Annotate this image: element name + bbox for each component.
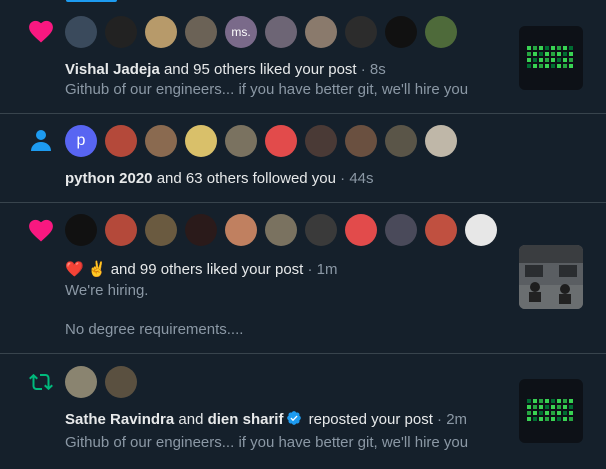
notification-headline: Vishal Jadeja and 95 others liked your p… bbox=[65, 60, 386, 80]
avatar[interactable] bbox=[65, 214, 97, 246]
avatar-row: p bbox=[65, 125, 457, 157]
avatar[interactable] bbox=[345, 214, 377, 246]
post-preview-text: Github of our engineers... if you have b… bbox=[65, 81, 469, 98]
avatar[interactable] bbox=[265, 125, 297, 157]
post-thumbnail[interactable] bbox=[519, 26, 583, 90]
avatar[interactable] bbox=[305, 16, 337, 48]
notification-like-2[interactable]: ❤️ ✌️ and 99 others liked your post · 1m… bbox=[0, 203, 606, 354]
post-thumbnail[interactable] bbox=[519, 245, 583, 309]
avatar[interactable] bbox=[305, 125, 337, 157]
timestamp[interactable]: · 44s bbox=[340, 170, 373, 187]
heart-icon bbox=[28, 217, 54, 243]
notification-action: and 99 others liked your post bbox=[110, 261, 304, 278]
avatar[interactable] bbox=[345, 16, 377, 48]
notification-headline: ❤️ ✌️ and 99 others liked your post · 1m bbox=[65, 260, 338, 280]
actor-name[interactable]: Vishal Jadeja bbox=[65, 61, 160, 78]
avatar[interactable] bbox=[385, 125, 417, 157]
avatar[interactable] bbox=[425, 125, 457, 157]
avatar[interactable] bbox=[265, 214, 297, 246]
avatar[interactable] bbox=[145, 16, 177, 48]
avatar[interactable]: p bbox=[65, 125, 97, 157]
and-word: and bbox=[178, 411, 204, 428]
avatar[interactable] bbox=[425, 214, 457, 246]
post-preview-text: Github of our engineers... if you have b… bbox=[65, 434, 469, 451]
notification-follow[interactable]: p python 2020 and 63 others followed you… bbox=[0, 114, 606, 203]
timestamp[interactable]: · 2m bbox=[437, 411, 467, 428]
actor-emoji[interactable]: ❤️ ✌️ bbox=[65, 261, 107, 278]
post-preview-text: We're hiring. bbox=[65, 282, 149, 299]
avatar[interactable] bbox=[465, 214, 497, 246]
avatar[interactable] bbox=[65, 366, 97, 398]
timestamp[interactable]: · 1m bbox=[308, 261, 338, 278]
notification-action: reposted your post bbox=[308, 411, 433, 428]
avatar[interactable] bbox=[265, 16, 297, 48]
avatar[interactable] bbox=[105, 214, 137, 246]
avatar[interactable] bbox=[65, 16, 97, 48]
avatar[interactable] bbox=[185, 16, 217, 48]
avatar[interactable] bbox=[305, 214, 337, 246]
actor-name-2[interactable]: dien sharif bbox=[208, 411, 284, 428]
contribution-graph-image bbox=[527, 46, 573, 68]
avatar[interactable]: ms. bbox=[225, 16, 257, 48]
avatar-row bbox=[65, 214, 497, 246]
avatar[interactable] bbox=[225, 214, 257, 246]
notification-headline: python 2020 and 63 others followed you ·… bbox=[65, 169, 374, 189]
avatar[interactable] bbox=[145, 125, 177, 157]
avatar[interactable] bbox=[145, 214, 177, 246]
notification-action: and 63 others followed you bbox=[156, 170, 336, 187]
timestamp[interactable]: · 8s bbox=[361, 61, 386, 78]
repost-icon bbox=[28, 369, 54, 395]
notification-repost[interactable]: Sathe Ravindra and dien sharif reposted … bbox=[0, 354, 606, 469]
actor-name[interactable]: python 2020 bbox=[65, 170, 153, 187]
avatar[interactable] bbox=[105, 125, 137, 157]
post-thumbnail[interactable] bbox=[519, 379, 583, 443]
person-icon bbox=[28, 127, 54, 153]
avatar[interactable] bbox=[385, 214, 417, 246]
avatar-row bbox=[65, 366, 137, 398]
heart-icon bbox=[28, 18, 54, 44]
actor-name[interactable]: Sathe Ravindra bbox=[65, 411, 174, 428]
avatar[interactable] bbox=[105, 366, 137, 398]
notification-action: and 95 others liked your post bbox=[163, 61, 357, 78]
avatar-row: ms. bbox=[65, 16, 457, 48]
avatar[interactable] bbox=[185, 125, 217, 157]
avatar[interactable] bbox=[425, 16, 457, 48]
verified-badge-icon bbox=[286, 410, 302, 426]
notification-like-1[interactable]: ms. Vishal Jadeja and 95 others liked yo… bbox=[0, 0, 606, 114]
post-preview-text-line2: No degree requirements.... bbox=[65, 321, 244, 338]
notification-headline: Sathe Ravindra and dien sharif reposted … bbox=[65, 410, 467, 430]
avatar[interactable] bbox=[105, 16, 137, 48]
avatar[interactable] bbox=[385, 16, 417, 48]
avatar[interactable] bbox=[225, 125, 257, 157]
avatar[interactable] bbox=[185, 214, 217, 246]
avatar[interactable] bbox=[345, 125, 377, 157]
contribution-graph-image bbox=[527, 399, 573, 421]
office-photo-image bbox=[519, 245, 583, 309]
